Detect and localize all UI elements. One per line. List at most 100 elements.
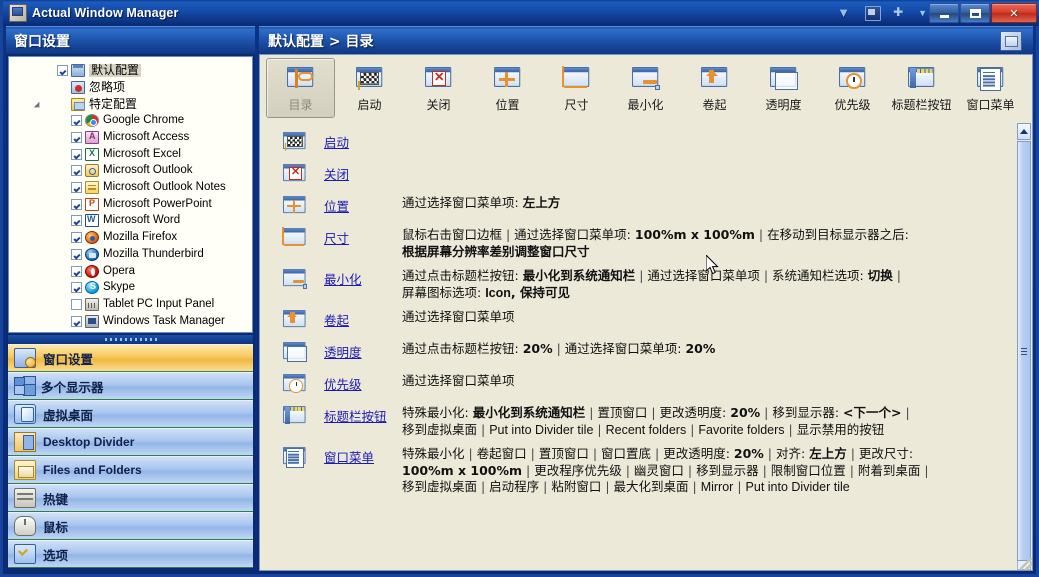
tree-item[interactable]: Microsoft Access [71,130,252,146]
position-icon [493,64,523,92]
tree-item-checkbox[interactable] [71,115,82,127]
tree-item-checkbox[interactable] [71,232,82,244]
tree-item-checkbox[interactable] [71,132,82,143]
minimize-button[interactable] [929,3,959,23]
maximize-button[interactable] [960,3,990,23]
tree-item[interactable]: Mozilla Firefox [71,230,252,246]
window-icon[interactable] [1000,31,1022,51]
tree-item-checkbox[interactable] [71,298,82,310]
virtual-desktop-icon [14,404,36,424]
tree-item[interactable]: 默认配置 [57,63,252,79]
skype-icon [85,281,99,295]
nav-item-7[interactable]: 鼠标 [8,512,253,540]
settings-row-link[interactable]: 优先级 [324,377,362,392]
nav-item-8[interactable]: 选项 [8,540,253,568]
toolbar-button-3[interactable]: ✕ 关闭 [404,58,473,118]
tree-item[interactable]: Microsoft PowerPoint [71,197,252,213]
toolbar-button-5[interactable]: 尺寸 [542,58,611,118]
left-panel-header: 窗口设置 [6,26,255,55]
toolbar-button-8[interactable]: 透明度 [749,58,818,118]
thunderbird-icon [85,247,99,261]
tree-item[interactable]: Mozilla Thunderbird [71,247,252,263]
tree-item[interactable]: 特定配置 [57,96,252,112]
tree-item-checkbox[interactable] [71,282,82,294]
tree-item[interactable]: Windows Task Manager [71,313,252,329]
tree-item[interactable]: 忽略项 [57,80,252,96]
access-icon [85,131,99,144]
scrollbar-thumb[interactable] [1017,141,1031,561]
tree-item[interactable]: Microsoft Outlook [71,163,252,179]
settings-row-description: 通过选择窗口菜单项 [402,373,515,388]
settings-row-link[interactable]: 关闭 [324,167,349,182]
tree-item[interactable]: Skype [71,280,252,296]
resize-grip[interactable] [1020,558,1032,570]
settings-row-link[interactable]: 最小化 [324,272,362,287]
tree-item-checkbox[interactable] [57,65,68,77]
screen-icon[interactable] [865,5,882,21]
tree-item-checkbox[interactable] [71,215,82,227]
tree-item-label: Microsoft Word [103,214,181,227]
tree-item-checkbox[interactable] [71,182,82,194]
tree-item-checkbox[interactable] [71,315,82,327]
pin-icon[interactable]: ✚ [893,5,908,21]
tree-expander-icon[interactable] [35,100,44,109]
nav-item-4[interactable]: Desktop Divider [8,428,253,456]
chevrons-down-icon[interactable]: ▼ [837,6,852,21]
close-button[interactable]: ✕ [991,3,1037,23]
settings-row-link[interactable]: 尺寸 [324,231,349,246]
nav-item-5[interactable]: Files and Folders [8,456,253,484]
tree-item-checkbox[interactable] [71,248,82,260]
settings-row-link-wrap: 最小化 [324,269,402,289]
right-panel: 目录 启动 ✕ 关闭 位置 尺寸 最小化 卷起 透明度 优先级 标题栏按钮 窗口菜单 启动 ✕ 关闭 位置通… [259,54,1033,571]
tree-item-label: Tablet PC Input Panel [103,297,215,310]
toolbar-button-4[interactable]: 位置 [473,58,542,118]
settings-row-link[interactable]: 位置 [324,199,349,214]
settings-row-description: 通过点击标题栏按钮: 最小化到系统通知栏 | 通过选择窗口菜单项 | 系统通知栏… [402,268,901,300]
tree-item[interactable]: Tablet PC Input Panel [71,297,252,313]
splitter-grip[interactable] [8,335,253,344]
directory-icon [286,64,316,92]
config-tree[interactable]: 默认配置忽略项特定配置 Google Chrome Microsoft Access… [8,56,253,333]
window-title: Actual Window Manager [32,6,179,20]
settings-row-link[interactable]: 标题栏按钮 [324,409,387,424]
toolbar-button-6[interactable]: 最小化 [611,58,680,118]
tree-item-checkbox[interactable] [71,148,82,160]
window-menu-icon [282,444,308,468]
tree-item[interactable]: Opera [71,263,252,279]
toolbar-button-7[interactable]: 卷起 [680,58,749,118]
chevron-down-icon[interactable]: ▼ [918,8,927,18]
vertical-scrollbar[interactable] [1016,123,1032,570]
settings-row-link-wrap: 透明度 [324,342,402,362]
toolbar-button-9[interactable]: 优先级 [818,58,887,118]
settings-row-link[interactable]: 卷起 [324,313,349,328]
tree-item[interactable]: Microsoft Outlook Notes [71,180,252,196]
toolbar-button-10[interactable]: 标题栏按钮 [887,58,956,118]
settings-row-link[interactable]: 透明度 [324,345,362,360]
tree-item[interactable]: Google Chrome [71,113,252,129]
tree-item-checkbox[interactable] [71,265,82,277]
tree-item-label: 默认配置 [89,63,142,78]
scroll-up-button[interactable] [1017,123,1031,140]
tree-item-checkbox[interactable] [71,165,82,177]
title-bar: Actual Window Manager ▼ ✚ ▼ ✕ [3,0,1039,26]
settings-row-description: 特殊最小化 | 卷起窗口 | 置顶窗口 | 窗口置底 | 更改透明度: 20% … [402,446,929,494]
specific-config-icon [71,97,85,111]
tree-item-checkbox[interactable] [71,198,82,210]
toolbar-button-11[interactable]: 窗口菜单 [956,58,1025,118]
nav-item-3[interactable]: 虚拟桌面 [8,400,253,428]
tree-item[interactable]: Microsoft Excel [71,146,252,162]
tree-item[interactable]: Microsoft Word [71,213,252,229]
files-folders-icon [14,460,36,480]
nav-item-2[interactable]: 多个显示器 [8,372,253,400]
nav-item-6[interactable]: 热键 [8,484,253,512]
settings-row: 透明度 通过点击标题栏按钮: 20% | 通过选择窗口菜单项: 20% [260,338,1016,365]
size-icon [282,225,308,249]
toolbar-button-1[interactable]: 目录 [266,58,335,118]
settings-row-link[interactable]: 启动 [324,135,349,150]
nav-item-1[interactable]: 窗口设置 [8,344,253,372]
close-button-label: ✕ [1009,7,1019,20]
toolbar-button-2[interactable]: 启动 [335,58,404,118]
priority-icon [282,371,308,395]
settings-row-link[interactable]: 窗口菜单 [324,450,374,465]
settings-row-link-wrap: 位置 [324,196,402,216]
